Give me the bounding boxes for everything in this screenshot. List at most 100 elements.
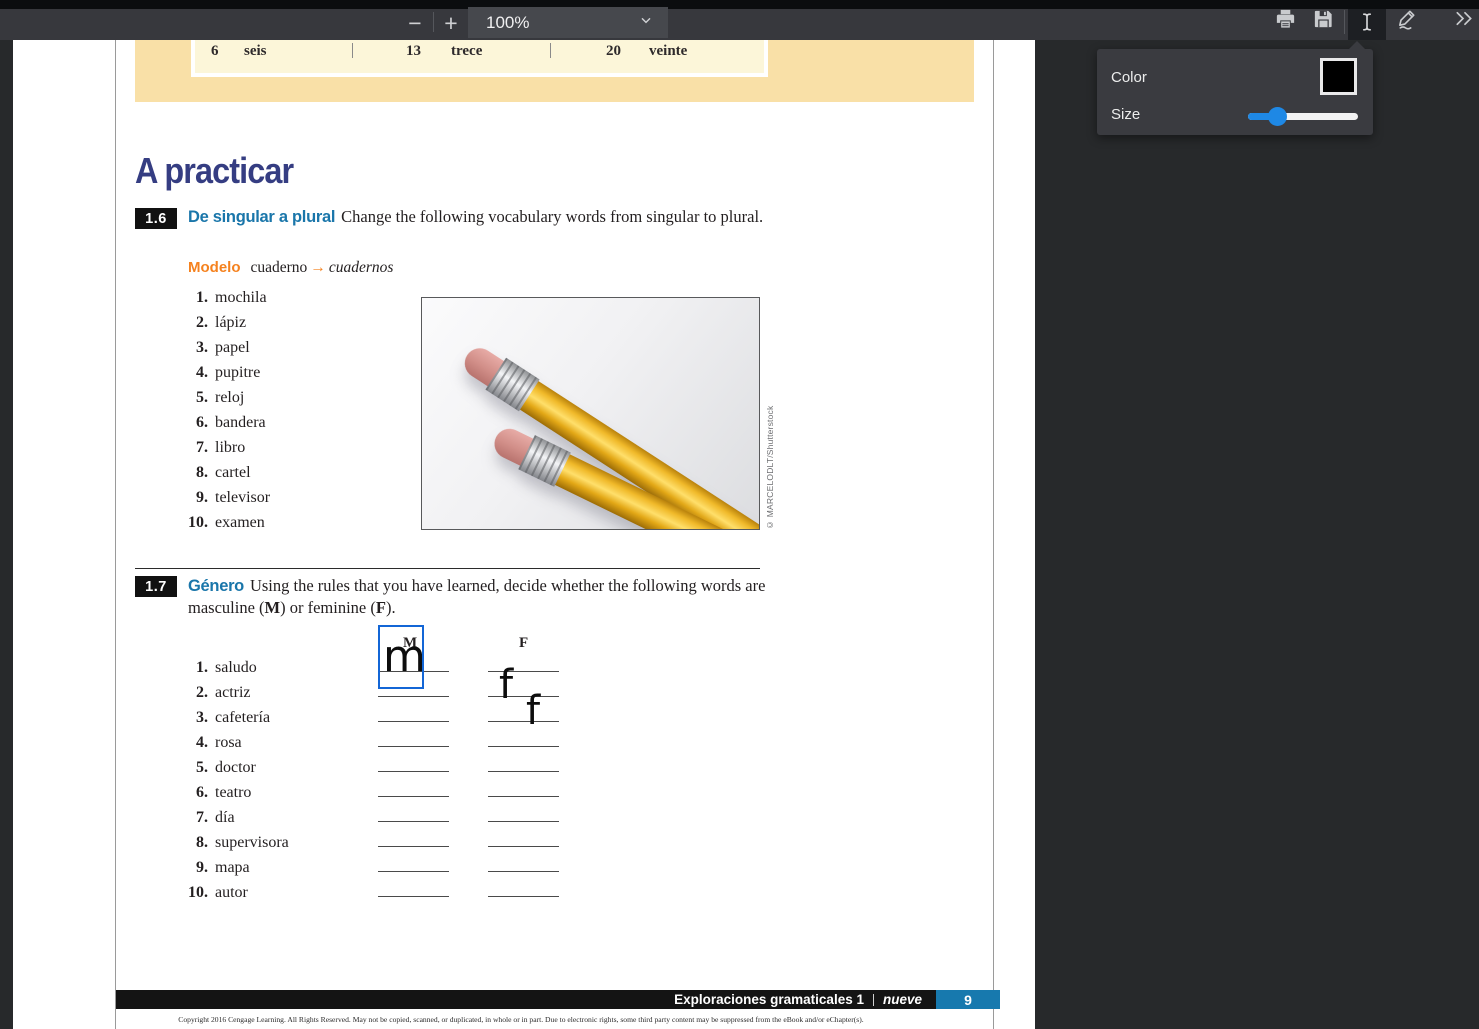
vocabulary-banner: 6 seis 13 trece 20 veinte	[135, 40, 974, 102]
answer-blank-m	[378, 771, 449, 772]
exercise-17-title: Género	[188, 577, 250, 595]
zoom-level-value: 100%	[486, 13, 529, 33]
modelo-to: cuadernos	[329, 259, 394, 276]
modelo-from: cuaderno	[251, 259, 308, 276]
toolbar-divider	[1344, 10, 1345, 34]
answer-blank-m	[378, 896, 449, 897]
list-item: 6.teatro	[174, 784, 251, 809]
pen-tool-button[interactable]	[1390, 6, 1424, 36]
answer-blank-m	[378, 846, 449, 847]
modelo-label: Modelo	[188, 259, 251, 276]
modelo-line: Modelocuaderno→cuadernos	[188, 259, 393, 277]
annotation-text-f[interactable]: f	[499, 665, 513, 705]
toolbar: − + 100%	[0, 0, 1479, 40]
answer-blank-m	[378, 721, 449, 722]
list-item: 1.saludo	[174, 659, 257, 684]
list-item: 2.lápiz	[174, 314, 246, 339]
list-item: 2.actriz	[174, 684, 251, 709]
table-divider	[352, 43, 353, 58]
exercise-16-instructions: De singular a pluralChange the following…	[188, 206, 768, 228]
table-cell-word: veinte	[649, 43, 687, 60]
section-heading: A practicar	[135, 150, 293, 192]
list-item: 9.televisor	[174, 489, 270, 514]
answer-blank-f	[488, 821, 559, 822]
printer-icon	[1274, 7, 1297, 35]
list-item: 3.cafetería	[174, 709, 270, 734]
list-item: 7.día	[174, 809, 235, 834]
zoom-out-button[interactable]: −	[400, 10, 430, 36]
exercise-16-text: Change the following vocabulary words fr…	[341, 207, 763, 226]
footer-page-word: nueve	[883, 992, 922, 1007]
answer-blank-m	[378, 746, 449, 747]
list-item: 7.libro	[174, 439, 245, 464]
list-item: 8.cartel	[174, 464, 251, 489]
panel-arrow	[1349, 41, 1365, 49]
zoom-level-dropdown[interactable]: 100%	[468, 7, 668, 38]
answer-blank-f	[488, 746, 559, 747]
exercise-number-badge: 1.7	[135, 576, 177, 597]
plus-icon: +	[444, 10, 457, 37]
save-icon	[1312, 7, 1335, 35]
section-divider	[135, 568, 760, 569]
answer-blank-m	[378, 871, 449, 872]
pen-icon	[1396, 7, 1419, 35]
page-number-badge: 9	[936, 990, 1000, 1009]
size-slider[interactable]	[1248, 113, 1358, 120]
list-item: 8.supervisora	[174, 834, 289, 859]
list-item: 5.doctor	[174, 759, 256, 784]
numbers-table: 6 seis 13 trece 20 veinte	[191, 40, 768, 77]
chevron-down-icon	[638, 12, 654, 33]
zoom-in-button[interactable]: +	[436, 10, 466, 36]
list-item: 5.reloj	[174, 389, 244, 414]
footer-separator	[873, 994, 874, 1006]
answer-blank-f	[488, 771, 559, 772]
size-label: Size	[1111, 106, 1140, 123]
table-cell-num: 6	[211, 43, 219, 60]
answer-blank-f	[488, 721, 559, 722]
copyright-notice: Copyright 2016 Cengage Learning. All Rig…	[135, 1015, 907, 1024]
text-cursor-icon	[1356, 11, 1378, 38]
toolbar-divider	[433, 12, 434, 32]
page-footer: Exploraciones gramaticales 1 nueve	[116, 990, 936, 1009]
list-item: 3.papel	[174, 339, 250, 364]
text-annotation-tool-button[interactable]	[1348, 9, 1386, 40]
table-cell-num: 13	[406, 43, 421, 60]
list-item: 10.examen	[174, 514, 265, 539]
minus-icon: −	[408, 10, 421, 37]
save-button[interactable]	[1306, 6, 1340, 36]
answer-blank-f	[488, 846, 559, 847]
answer-blank-m	[378, 696, 449, 697]
exercise-17-instructions: GéneroUsing the rules that you have lear…	[188, 575, 776, 618]
list-item: 1.mochila	[174, 289, 267, 314]
window-top-strip	[0, 0, 1479, 9]
list-item: 10.autor	[174, 884, 248, 909]
table-cell-num: 20	[606, 43, 621, 60]
annotation-options-panel: Color Size	[1097, 49, 1373, 135]
footer-book-title: Exploraciones gramaticales 1	[674, 992, 864, 1007]
print-button[interactable]	[1268, 6, 1302, 36]
list-item: 6.bandera	[174, 414, 266, 439]
color-swatch[interactable]	[1320, 58, 1357, 95]
column-header-feminine: F	[519, 635, 528, 652]
list-item: 9.mapa	[174, 859, 250, 884]
size-slider-thumb[interactable]	[1268, 107, 1287, 126]
textbook-page: 6 seis 13 trece 20 veinte A practicar 1.…	[115, 40, 994, 1029]
answer-blank-m	[378, 796, 449, 797]
table-cell-word: seis	[244, 43, 267, 60]
annotation-text-f[interactable]: f	[526, 691, 540, 731]
answer-blank-m	[378, 821, 449, 822]
selected-annotation-box[interactable]	[378, 625, 424, 689]
more-tools-button[interactable]	[1448, 6, 1479, 36]
double-chevron-right-icon	[1452, 7, 1475, 35]
answer-blank-f	[488, 796, 559, 797]
pencils-photo	[421, 297, 760, 530]
answer-blank-f	[488, 871, 559, 872]
ebook-reader: − + 100%	[0, 0, 1479, 1029]
list-item: 4.rosa	[174, 734, 242, 759]
answer-blank-f	[488, 896, 559, 897]
exercise-number-badge: 1.6	[135, 208, 177, 229]
exercise-16-title: De singular a plural	[188, 208, 341, 226]
table-divider	[550, 43, 551, 58]
list-item: 4.pupitre	[174, 364, 260, 389]
table-cell-word: trece	[451, 43, 482, 60]
